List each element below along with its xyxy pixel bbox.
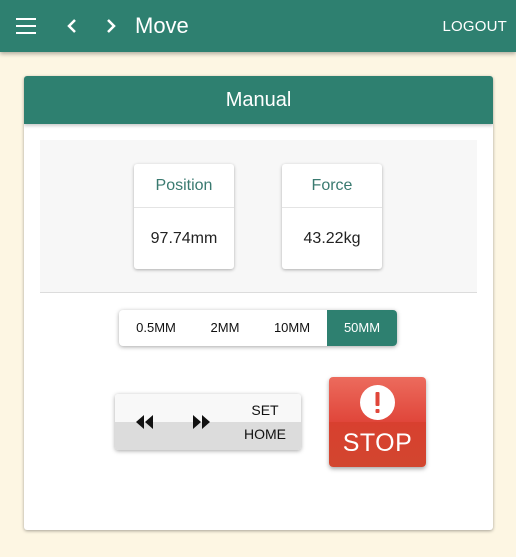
position-label: Position [134, 164, 234, 208]
app-toolbar: Move LOGOUT [0, 0, 516, 52]
step-0-5mm-button[interactable]: 0.5MM [119, 310, 193, 346]
stop-button[interactable]: STOP [329, 377, 426, 467]
page-title: Move [135, 13, 189, 38]
position-readout: Position 97.74mm [134, 164, 234, 269]
force-value: 43.22kg [303, 230, 361, 247]
chevron-right-icon[interactable] [99, 14, 123, 38]
step-50mm-button[interactable]: 50MM [327, 310, 397, 346]
manual-card: Manual Position 97.74mm Force 43.22kg 0.… [24, 76, 493, 530]
fast-forward-icon [193, 415, 210, 429]
jog-forward-button[interactable] [177, 394, 227, 450]
force-readout: Force 43.22kg [282, 164, 382, 269]
force-label: Force [282, 164, 382, 208]
set-home-label-line2: HOME [244, 426, 286, 442]
set-home-label-line1: SET [251, 402, 279, 418]
set-home-button[interactable]: SET HOME [235, 394, 301, 450]
divider [40, 292, 477, 293]
rewind-icon [136, 415, 153, 429]
jog-button-group: SET HOME [115, 394, 301, 450]
alert-circle-icon [360, 385, 395, 420]
step-10mm-button[interactable]: 10MM [257, 310, 327, 346]
stop-label: STOP [342, 429, 413, 457]
step-size-toggle: 0.5MM 2MM 10MM 50MM [119, 310, 397, 346]
readout-panel: Position 97.74mm Force 43.22kg [40, 140, 477, 292]
card-title: Manual [24, 76, 493, 124]
logout-button[interactable]: LOGOUT [442, 18, 507, 35]
position-value: 97.74mm [150, 230, 218, 247]
step-2mm-button[interactable]: 2MM [193, 310, 257, 346]
hamburger-menu-icon[interactable] [16, 18, 36, 34]
jog-backward-button[interactable] [119, 394, 169, 450]
chevron-left-icon[interactable] [60, 14, 84, 38]
